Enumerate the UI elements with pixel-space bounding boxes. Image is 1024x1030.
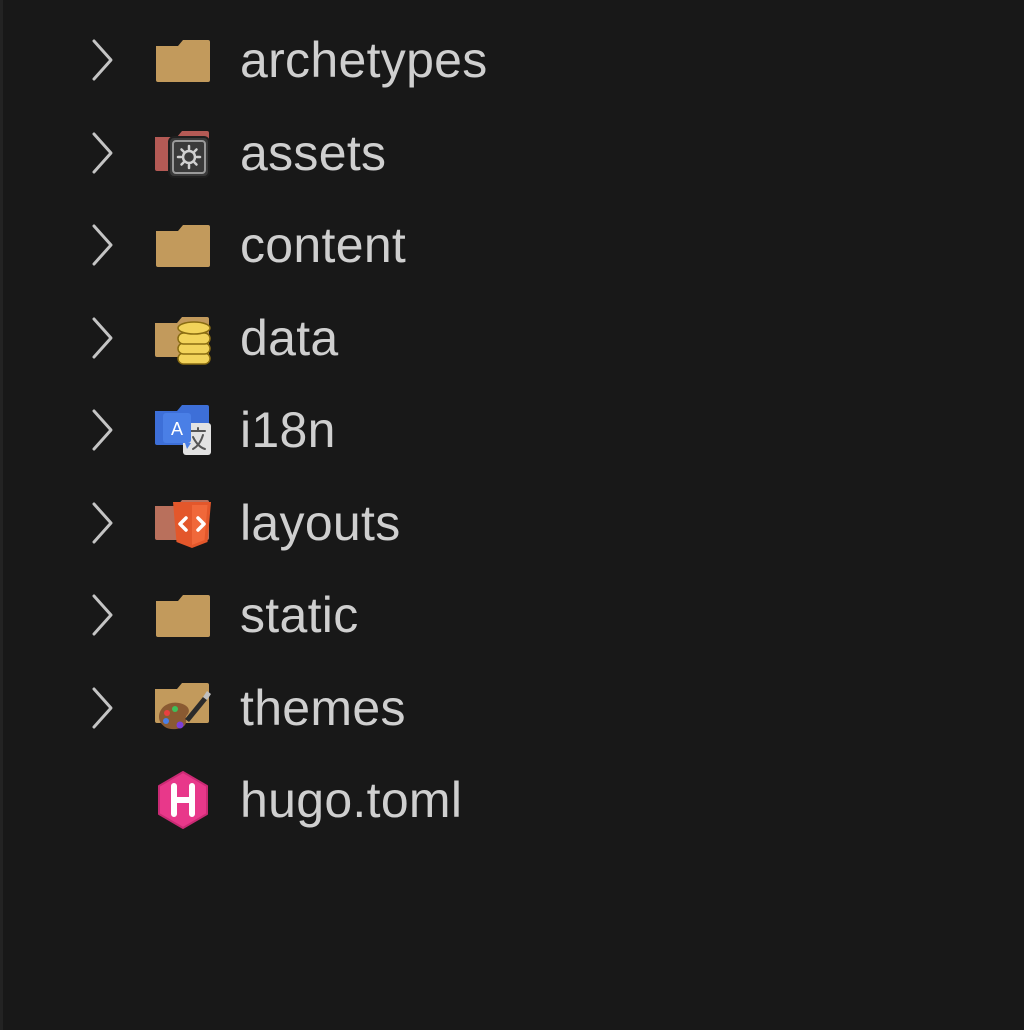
tree-item-content[interactable]: content [0, 199, 1024, 292]
tree-item-themes[interactable]: themes [0, 662, 1024, 755]
tree-item-label: data [240, 309, 339, 366]
folder-i18n-icon: A [153, 400, 213, 460]
folder-icon [153, 30, 213, 90]
tree-item-data[interactable]: data [0, 292, 1024, 385]
folder-data-icon [153, 308, 213, 368]
tree-item-assets[interactable]: assets [0, 107, 1024, 200]
chevron-right-icon[interactable] [88, 408, 116, 452]
tree-item-layouts[interactable]: layouts [0, 477, 1024, 570]
tree-item-label: layouts [240, 494, 401, 551]
folder-icon [153, 215, 213, 275]
tree-item-label: static [240, 587, 359, 644]
chevron-right-icon[interactable] [88, 223, 116, 267]
chevron-right-icon[interactable] [88, 501, 116, 545]
svg-text:A: A [171, 419, 183, 439]
file-explorer-tree: archetypes assets content data A i18n la… [0, 14, 1024, 847]
folder-themes-icon [153, 678, 213, 738]
folder-icon [153, 585, 213, 645]
chevron-right-icon[interactable] [88, 38, 116, 82]
chevron-right-icon[interactable] [88, 593, 116, 637]
tree-item-archetypes[interactable]: archetypes [0, 14, 1024, 107]
tree-item-label: content [240, 217, 407, 274]
folder-layouts-icon [153, 493, 213, 553]
tree-item-hugo-toml[interactable]: hugo.toml [0, 754, 1024, 847]
tree-item-label: archetypes [240, 32, 488, 89]
tree-item-label: themes [240, 679, 406, 736]
folder-assets-icon [153, 123, 213, 183]
tree-item-label: hugo.toml [240, 772, 463, 829]
chevron-right-icon[interactable] [88, 686, 116, 730]
chevron-right-icon[interactable] [88, 131, 116, 175]
tree-item-label: i18n [240, 402, 336, 459]
tree-item-label: assets [240, 124, 387, 181]
hugo-file-icon [153, 770, 213, 830]
tree-item-static[interactable]: static [0, 569, 1024, 662]
tree-item-i18n[interactable]: A i18n [0, 384, 1024, 477]
chevron-right-icon[interactable] [88, 316, 116, 360]
